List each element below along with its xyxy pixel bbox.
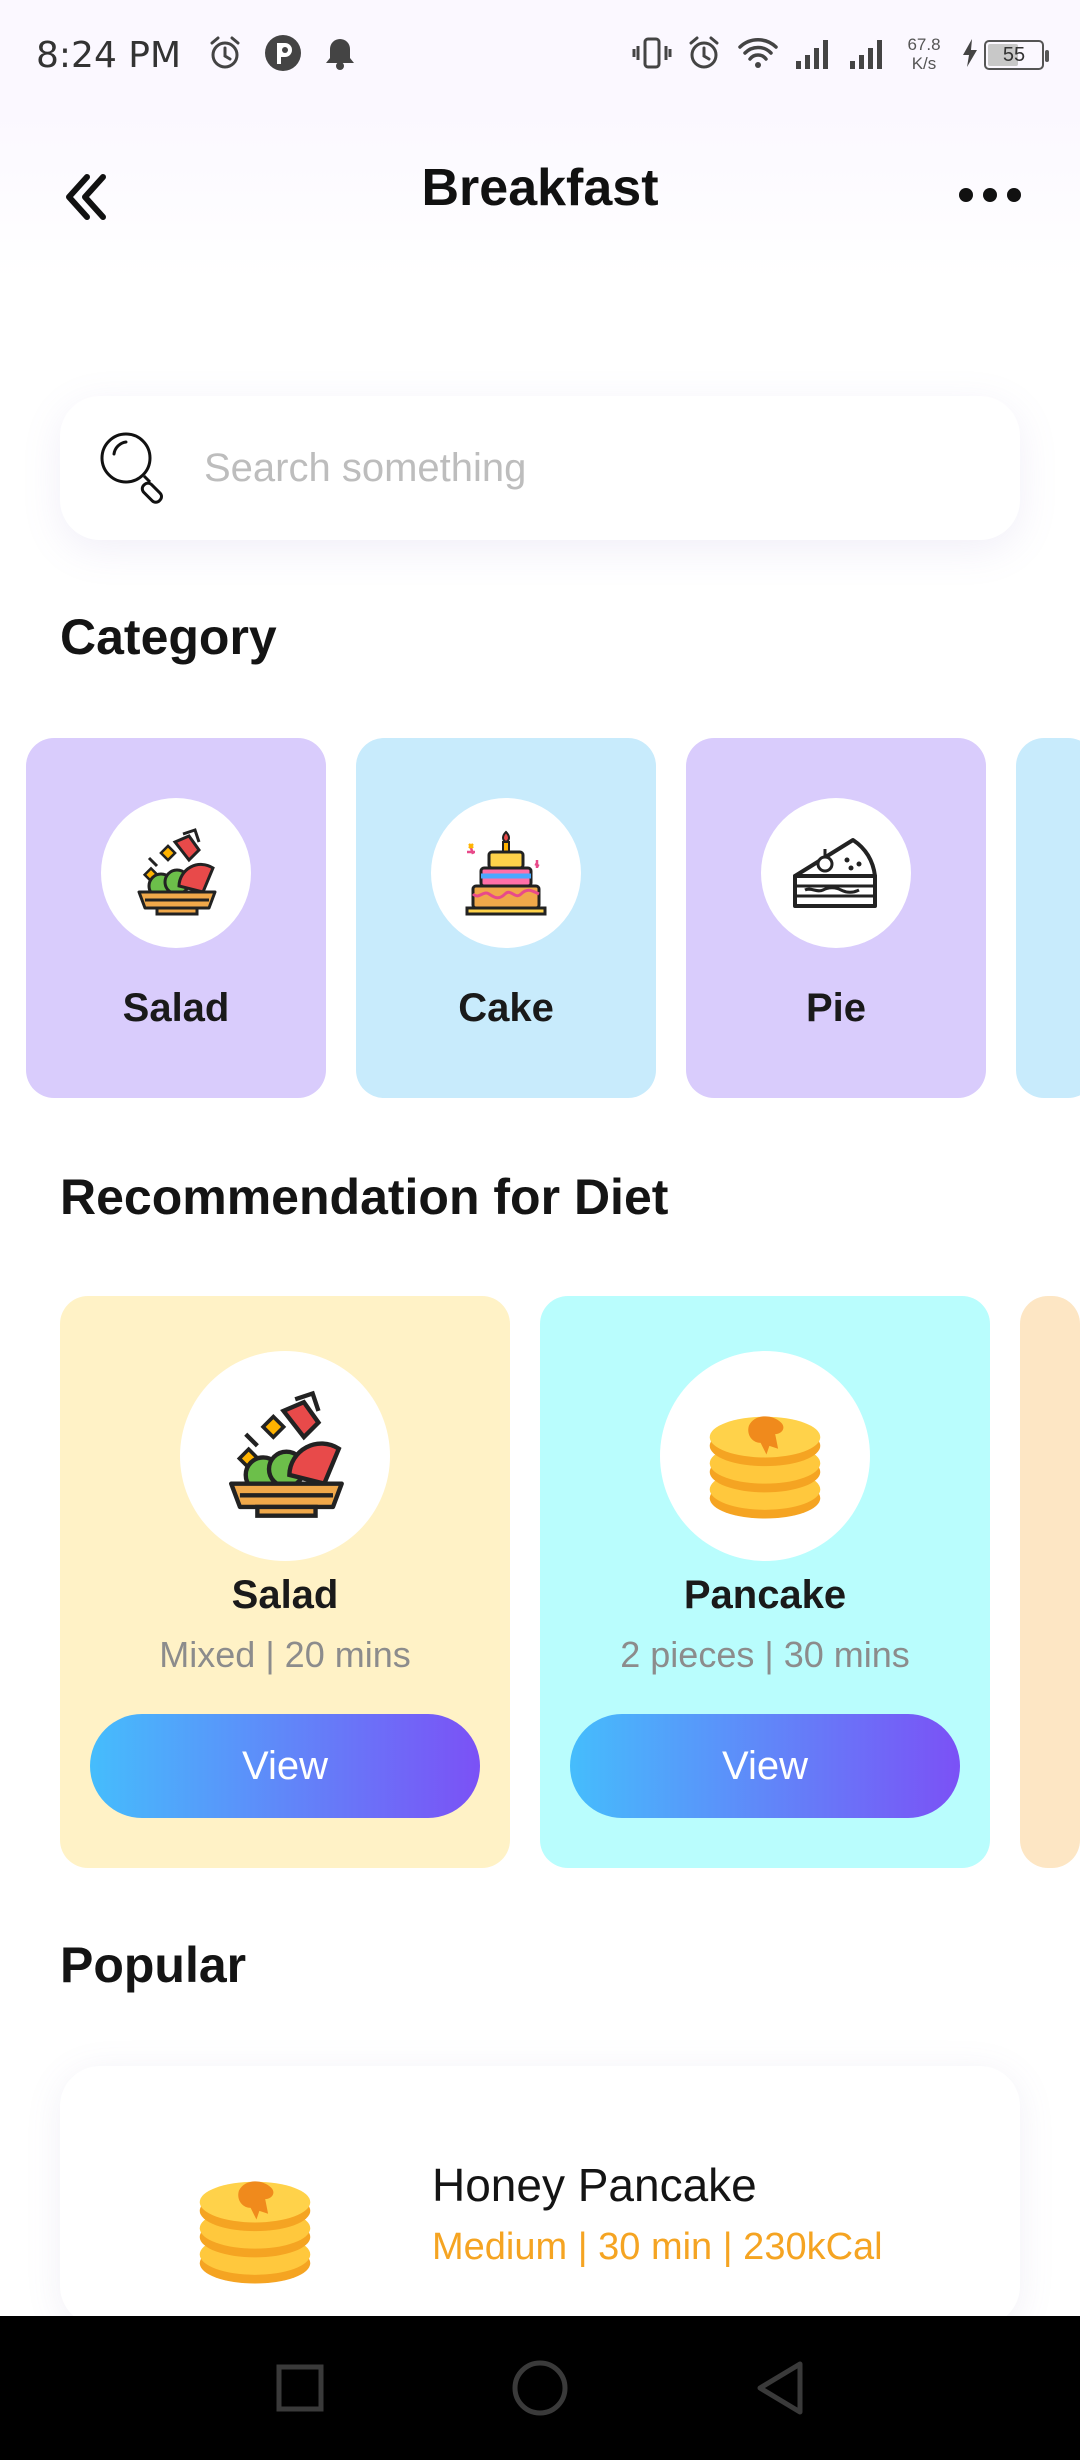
recommendation-meta: Mixed | 20 mins [159, 1634, 411, 1675]
recommendation-meta: 2 pieces | 30 mins [620, 1634, 910, 1675]
recommendation-icon-circle [660, 1351, 870, 1561]
popular-item-image [160, 2126, 350, 2316]
charging-icon [960, 37, 980, 74]
category-icon-circle [431, 798, 581, 948]
recommendation-icon-circle [180, 1351, 390, 1561]
vibrate-icon [632, 35, 672, 76]
recommendation-card-pancake[interactable]: Pancake 2 pieces | 30 mins View [540, 1296, 990, 1868]
signal-icon [794, 35, 834, 76]
recommendation-name: Pancake [683, 1573, 847, 1617]
battery-level-text: 55 [1002, 43, 1026, 66]
header: Breakfast [0, 110, 1080, 280]
alarm-icon [207, 35, 243, 76]
recent-apps-icon [276, 2364, 324, 2412]
category-label: Cake [458, 986, 554, 1030]
page-title: Breakfast [421, 159, 659, 217]
more-horizontal-icon [959, 188, 1021, 202]
search-bar[interactable] [60, 396, 1020, 540]
popular-item[interactable]: Honey Pancake Medium | 30 min | 230kCal [60, 2066, 1020, 2326]
popular-item-name: Honey Pancake [432, 2159, 757, 2211]
battery: 55 [960, 37, 1049, 74]
pancake-icon [709, 1416, 821, 1519]
status-left-icons [207, 33, 357, 78]
recommendation-card-partial[interactable] [1020, 1296, 1080, 1868]
status-right-icons: 67.8 K/s 55 [632, 35, 1049, 76]
status-bar: 8:24 PM 67.8 K/s 55 [0, 0, 1080, 110]
net-speed-unit: K/s [911, 54, 937, 73]
category-card-pie[interactable]: Pie [686, 738, 986, 1098]
search-input[interactable] [204, 445, 964, 491]
popular-title: Popular [60, 1937, 247, 1993]
system-nav-bar [0, 2316, 1080, 2460]
notification-bell-icon [323, 35, 357, 76]
alarm-icon [686, 35, 722, 76]
home-button[interactable] [500, 2348, 580, 2428]
category-title: Category [60, 609, 277, 665]
view-button[interactable]: View [90, 1714, 480, 1818]
back-icon [757, 2361, 803, 2415]
battery-icon: 55 [984, 40, 1049, 70]
category-list: Salad Cake Pie [26, 738, 1080, 1098]
category-icon-circle [761, 798, 911, 948]
net-speed-value: 67.8 [907, 35, 941, 55]
pancake-icon [199, 2181, 311, 2284]
cake-icon [465, 830, 547, 916]
more-options-button[interactable] [950, 170, 1030, 220]
category-card-cake[interactable]: Cake [356, 738, 656, 1098]
recent-apps-button[interactable] [260, 2348, 340, 2428]
popular-item-meta: Medium | 30 min | 230kCal [432, 2226, 883, 2268]
net-speed: 67.8 K/s [902, 36, 946, 73]
category-label: Salad [122, 986, 230, 1030]
recommendation-title: Recommendation for Diet [60, 1169, 669, 1225]
recommendation-card-salad[interactable]: Salad Mixed | 20 mins View [60, 1296, 510, 1868]
signal-icon [848, 35, 888, 76]
wifi-icon [736, 35, 780, 76]
category-label: Pie [805, 986, 867, 1030]
app-icon [263, 33, 303, 78]
search-icon [96, 428, 172, 509]
category-card-partial[interactable] [1016, 738, 1080, 1098]
salad-icon [137, 828, 217, 916]
back-nav-button[interactable] [740, 2348, 820, 2428]
salad-icon [229, 1390, 344, 1518]
recommendation-list: Salad Mixed | 20 mins View Pancake 2 pie… [60, 1296, 1080, 1868]
category-card-salad[interactable]: Salad [26, 738, 326, 1098]
category-icon-circle [101, 798, 251, 948]
recommendation-name: Salad [231, 1573, 339, 1617]
pie-icon [793, 838, 877, 908]
status-time: 8:24 PM [36, 34, 182, 76]
view-button[interactable]: View [570, 1714, 960, 1818]
home-icon [512, 2360, 568, 2416]
